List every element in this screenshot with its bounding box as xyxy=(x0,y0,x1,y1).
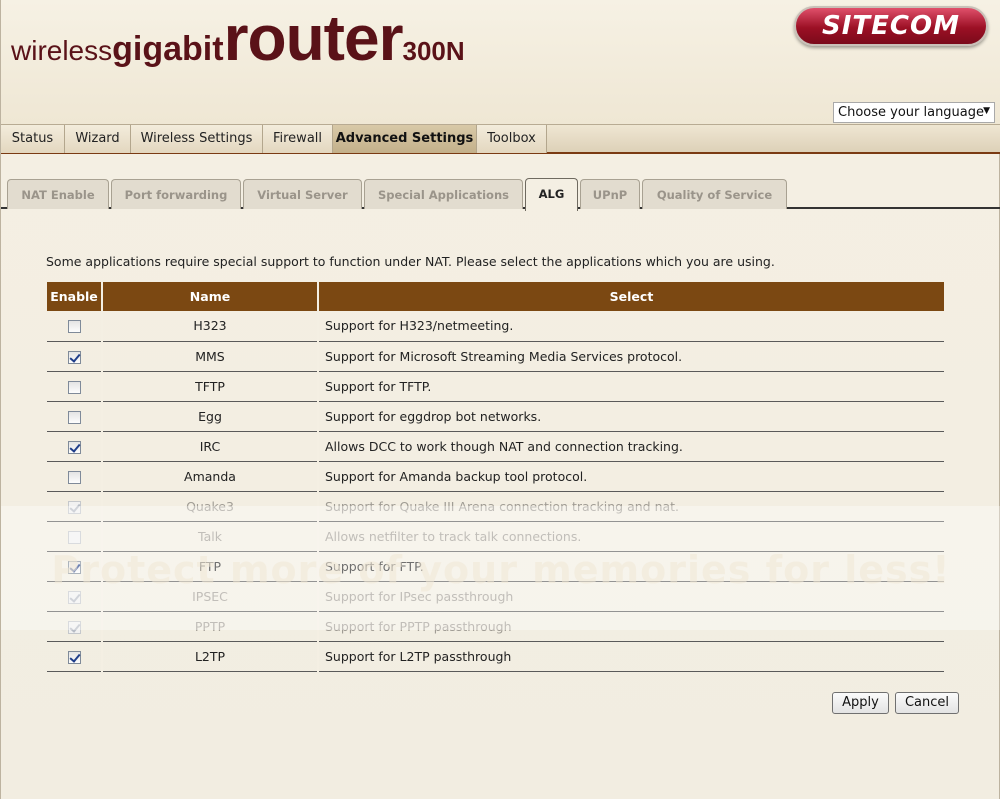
language-select[interactable]: Choose your language ▼ xyxy=(833,102,995,123)
tab-special-applications[interactable]: Special Applications xyxy=(364,179,523,209)
enable-checkbox[interactable] xyxy=(67,620,81,634)
table-row: H323 Support for H323/netmeeting. xyxy=(47,311,944,342)
app-name: IPSEC xyxy=(102,581,319,612)
enable-checkbox[interactable] xyxy=(67,500,81,514)
enable-checkbox[interactable] xyxy=(67,320,81,334)
page-frame: wireless gigabitrouter300N SITECOM Choos… xyxy=(0,0,1000,799)
app-description: Support for H323/netmeeting. xyxy=(318,311,944,342)
chevron-down-icon: ▼ xyxy=(983,106,990,116)
table-row: TFTP Support for TFTP. xyxy=(47,371,944,402)
enable-checkbox[interactable] xyxy=(67,410,81,424)
tab-nat-enable[interactable]: NAT Enable xyxy=(7,179,109,209)
app-name: L2TP xyxy=(102,641,319,672)
product-title: wireless gigabitrouter300N xyxy=(11,6,465,70)
enable-checkbox[interactable] xyxy=(67,350,81,364)
alg-table: Enable Name Select H323 Support for H323/… xyxy=(47,282,944,672)
app-description: Support for IPsec passthrough xyxy=(318,581,944,612)
app-description: Support for TFTP. xyxy=(318,371,944,402)
nav-advanced-settings[interactable]: Advanced Settings xyxy=(333,125,477,153)
table-row: FTP Support for FTP. xyxy=(47,551,944,582)
main-nav: Status Wizard Wireless Settings Firewall… xyxy=(1,124,1000,154)
cancel-button[interactable]: Cancel xyxy=(895,692,959,714)
table-row: Talk Allows netfilter to track talk conne… xyxy=(47,521,944,552)
app-name: Talk xyxy=(102,521,319,552)
header: wireless gigabitrouter300N SITECOM Choos… xyxy=(1,0,1000,124)
title-wireless: wireless xyxy=(11,35,113,66)
table-row: Egg Support for eggdrop bot networks. xyxy=(47,401,944,432)
table-row: Amanda Support for Amanda backup tool pro… xyxy=(47,461,944,492)
header-name: Name xyxy=(102,282,319,311)
sub-tabs: NAT Enable Port forwarding Virtual Serve… xyxy=(1,178,1000,211)
table-row: PPTP Support for PPTP passthrough xyxy=(47,611,944,642)
language-select-value: Choose your language xyxy=(838,105,985,120)
enable-checkbox[interactable] xyxy=(67,560,81,574)
tab-quality-of-service[interactable]: Quality of Service xyxy=(642,179,787,209)
apply-button[interactable]: Apply xyxy=(832,692,889,714)
app-name: Amanda xyxy=(102,461,319,492)
app-description: Support for FTP. xyxy=(318,551,944,582)
app-description: Support for eggdrop bot networks. xyxy=(318,401,944,432)
app-name: PPTP xyxy=(102,611,319,642)
nav-firewall[interactable]: Firewall xyxy=(263,125,333,153)
nav-wireless-settings[interactable]: Wireless Settings xyxy=(131,125,263,153)
title-model: 300N xyxy=(402,36,465,66)
header-enable: Enable xyxy=(47,282,103,311)
tab-alg[interactable]: ALG xyxy=(525,178,578,211)
app-name: TFTP xyxy=(102,371,319,402)
app-description: Allows netfilter to track talk connectio… xyxy=(318,521,944,552)
intro-text: Some applications require special suppor… xyxy=(46,254,775,269)
app-name: H323 xyxy=(102,311,319,342)
header-select: Select xyxy=(318,282,944,311)
nav-status[interactable]: Status xyxy=(1,125,65,153)
table-row: L2TP Support for L2TP passthrough xyxy=(47,641,944,672)
table-row: Quake3 Support for Quake III Arena connec… xyxy=(47,491,944,522)
app-description: Support for Quake III Arena connection t… xyxy=(318,491,944,522)
app-name: Egg xyxy=(102,401,319,432)
enable-checkbox[interactable] xyxy=(67,380,81,394)
enable-checkbox[interactable] xyxy=(67,590,81,604)
title-gigabit: gigabit xyxy=(112,30,224,68)
sitecom-logo: SITECOM xyxy=(794,6,988,46)
app-description: Allows DCC to work though NAT and connec… xyxy=(318,431,944,462)
table-row: IRC Allows DCC to work though NAT and con… xyxy=(47,431,944,462)
enable-checkbox[interactable] xyxy=(67,530,81,544)
nav-wizard[interactable]: Wizard xyxy=(65,125,131,153)
app-name: FTP xyxy=(102,551,319,582)
nav-toolbox[interactable]: Toolbox xyxy=(477,125,547,153)
app-description: Support for Microsoft Streaming Media Se… xyxy=(318,341,944,372)
enable-checkbox[interactable] xyxy=(67,440,81,454)
app-description: Support for L2TP passthrough xyxy=(318,641,944,672)
title-router: router xyxy=(223,2,404,74)
table-row: IPSEC Support for IPsec passthrough xyxy=(47,581,944,612)
enable-checkbox[interactable] xyxy=(67,470,81,484)
app-name: MMS xyxy=(102,341,319,372)
tab-virtual-server[interactable]: Virtual Server xyxy=(243,179,362,209)
tab-upnp[interactable]: UPnP xyxy=(580,179,640,209)
app-name: IRC xyxy=(102,431,319,462)
enable-checkbox[interactable] xyxy=(67,650,81,664)
table-header-row: Enable Name Select xyxy=(47,282,944,311)
table-row: MMS Support for Microsoft Streaming Media… xyxy=(47,341,944,372)
app-description: Support for PPTP passthrough xyxy=(318,611,944,642)
app-description: Support for Amanda backup tool protocol. xyxy=(318,461,944,492)
app-name: Quake3 xyxy=(102,491,319,522)
tab-port-forwarding[interactable]: Port forwarding xyxy=(111,179,241,209)
